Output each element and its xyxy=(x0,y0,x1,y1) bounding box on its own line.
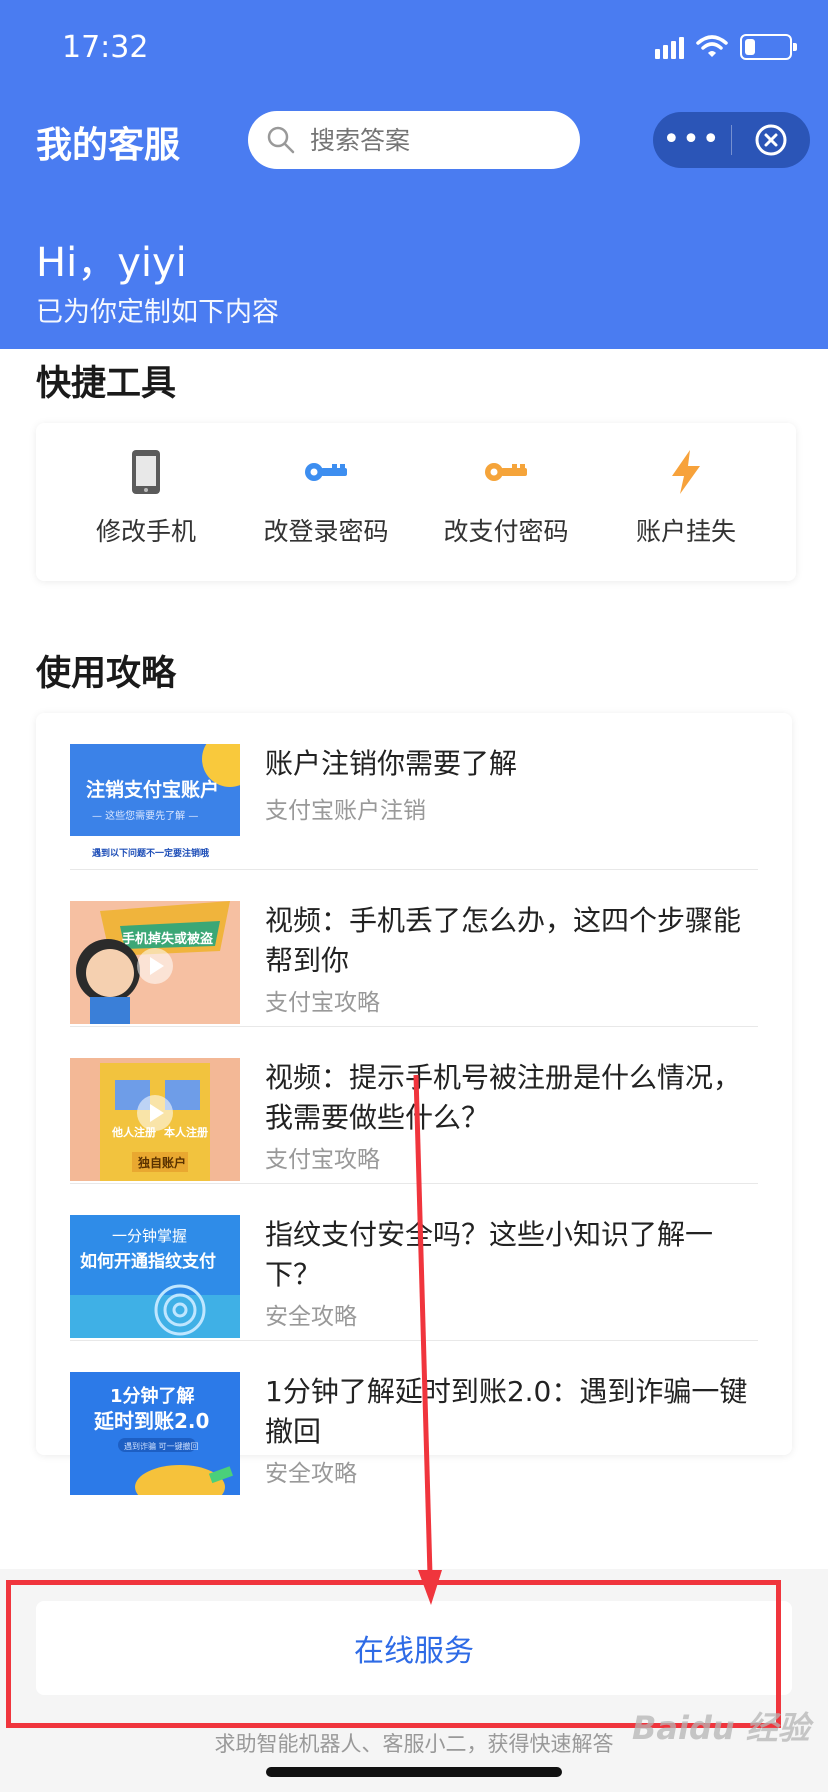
guides-card: 注销支付宝账户 — 这些您需要先了解 — 遇到以下问题不一定要注销哦 账户注销你… xyxy=(36,713,792,1495)
more-button[interactable]: ••• xyxy=(653,112,731,168)
status-time: 17:32 xyxy=(62,30,149,65)
guide-title: 账户注销你需要了解 xyxy=(265,747,518,780)
guide-item[interactable]: 1分钟了解 延时到账2.0 遇到诈骗 可一键撤回 1分钟了解延时到账2.0：遇到… xyxy=(70,1341,758,1498)
tool-label: 改支付密码 xyxy=(443,517,569,546)
guides-title: 使用攻略 xyxy=(36,654,177,694)
key-icon xyxy=(485,463,527,481)
thumb-text: 1分钟了解 xyxy=(110,1385,195,1407)
battery-icon xyxy=(740,34,797,60)
header: 17:32 我的客服 ••• Hi，yiyi 已为你定制如下 xyxy=(0,0,828,349)
greeting-subtitle: 已为你定制如下内容 xyxy=(36,297,279,328)
thumb-text: 独自账户 xyxy=(137,1155,186,1170)
thumb-text: 遇到以下问题不一定要注销哦 xyxy=(92,847,209,859)
mini-program-capsule: ••• xyxy=(653,112,810,168)
tool-change-pay-password[interactable]: 改支付密码 xyxy=(426,423,586,581)
search-box[interactable] xyxy=(248,111,580,169)
phone-icon xyxy=(132,450,160,494)
tool-report-loss[interactable]: 账户挂失 xyxy=(606,423,766,581)
tool-change-phone[interactable]: 修改手机 xyxy=(66,423,226,581)
quick-tools-title: 快捷工具 xyxy=(36,364,177,404)
greeting-title: Hi，yiyi xyxy=(36,240,187,286)
guide-category: 安全攻略 xyxy=(265,1304,357,1330)
tool-label: 修改手机 xyxy=(95,517,196,546)
baidu-watermark: Baidu 经验 xyxy=(632,1709,810,1747)
thumb-text: 他人注册 xyxy=(111,1125,156,1139)
guide-thumbnail: 一分钟掌握 如何开通指纹支付 xyxy=(70,1215,240,1338)
guide-item[interactable]: 注销支付宝账户 — 这些您需要先了解 — 遇到以下问题不一定要注销哦 账户注销你… xyxy=(70,713,758,870)
guide-item[interactable]: 一分钟掌握 如何开通指纹支付 指纹支付安全吗？这些小知识了解一下？ 安全攻略 xyxy=(70,1184,758,1341)
guide-title: 视频：提示手机号被注册是什么情况，我需要做些什么？ xyxy=(265,1061,742,1134)
guide-title: 指纹支付安全吗？这些小知识了解一下？ xyxy=(265,1218,714,1291)
wifi-icon xyxy=(696,35,728,57)
guide-thumbnail: 他人注册 本人注册 独自账户 xyxy=(70,1058,240,1181)
lightning-icon xyxy=(672,450,700,494)
tool-change-login-password[interactable]: 改登录密码 xyxy=(246,423,406,581)
guide-item[interactable]: 他人注册 本人注册 独自账户 视频：提示手机号被注册是什么情况，我需要做些什么？… xyxy=(70,1027,758,1184)
thumb-text: — 这些您需要先了解 — xyxy=(92,809,198,822)
thumb-text: 一分钟掌握 xyxy=(112,1227,187,1245)
guide-thumbnail: 1分钟了解 延时到账2.0 遇到诈骗 可一键撤回 xyxy=(70,1372,240,1495)
search-input[interactable] xyxy=(310,125,550,155)
quick-tools-card: 修改手机 改登录密码 改支付密码 账户挂失 xyxy=(36,423,796,581)
guide-thumbnail: 注销支付宝账户 — 这些您需要先了解 — 遇到以下问题不一定要注销哦 xyxy=(70,744,240,867)
status-icons xyxy=(655,34,797,60)
guide-category: 支付宝攻略 xyxy=(265,990,380,1016)
guide-thumbnail: 手机掉失或被盗 xyxy=(70,901,240,1024)
close-circle-icon xyxy=(755,124,787,156)
guide-title: 1分钟了解延时到账2.0：遇到诈骗一键撤回 xyxy=(265,1375,748,1448)
page-title: 我的客服 xyxy=(36,125,181,166)
signal-icon xyxy=(655,35,684,59)
guide-item[interactable]: 手机掉失或被盗 视频：手机丢了怎么办，这四个步骤能帮到你 支付宝攻略 xyxy=(70,870,758,1027)
key-icon xyxy=(305,463,347,481)
thumb-text: 如何开通指纹支付 xyxy=(80,1251,216,1272)
thumb-text: 本人注册 xyxy=(164,1125,208,1139)
guide-category: 安全攻略 xyxy=(265,1461,357,1487)
guide-category: 支付宝攻略 xyxy=(265,1147,380,1173)
guide-title: 视频：手机丢了怎么办，这四个步骤能帮到你 xyxy=(265,904,742,977)
thumb-text: 注销支付宝账户 xyxy=(86,778,219,801)
thumb-text: 遇到诈骗 可一键撤回 xyxy=(124,1441,199,1451)
close-button[interactable] xyxy=(732,123,810,157)
thumb-text: 延时到账2.0 xyxy=(93,1409,209,1433)
guide-category: 支付宝账户注销 xyxy=(265,798,426,824)
home-indicator[interactable] xyxy=(266,1767,562,1777)
thumb-text: 手机掉失或被盗 xyxy=(122,931,213,947)
tool-label: 账户挂失 xyxy=(635,517,736,546)
search-icon xyxy=(267,126,295,154)
tool-label: 改登录密码 xyxy=(263,517,389,546)
